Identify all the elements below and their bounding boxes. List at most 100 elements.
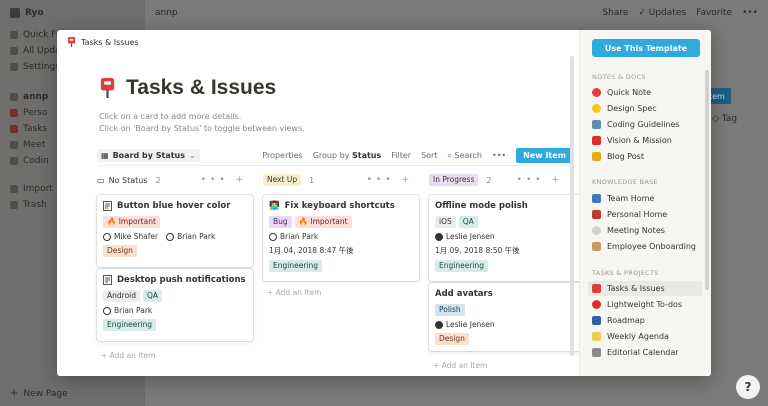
sidebar-trash[interactable]: Trash (10, 200, 47, 210)
share-button[interactable]: Share (602, 8, 628, 18)
board-card[interactable]: Add avatars Polish Leslie Jensen Design (429, 283, 585, 351)
template-item-editorial-calendar[interactable]: Editorial Calendar (588, 345, 702, 360)
breadcrumb[interactable]: annp (155, 8, 178, 18)
template-item-tasks-issues[interactable]: Tasks & Issues (588, 281, 702, 296)
app-topbar: annp Share ✓ Updates Favorite ••• (145, 0, 768, 26)
sidebar-page-coding[interactable]: Codin (10, 156, 49, 166)
add-item-link[interactable]: + Add an Item (267, 288, 321, 297)
modal-header-title: Tasks & Issues (81, 37, 139, 47)
tag-design: Design (103, 245, 137, 257)
person: Leslie Jensen (435, 232, 495, 241)
speech-icon (592, 226, 601, 235)
board-card[interactable]: Desktop push notifications Android QA Br… (97, 269, 253, 341)
template-item-employee-onboarding[interactable]: Employee Onboarding (588, 239, 702, 254)
sidebar-page-personal[interactable]: Perso (10, 108, 48, 118)
avatar (103, 306, 111, 315)
template-item-design-spec[interactable]: Design Spec (588, 101, 702, 116)
template-item-blog-post[interactable]: Blog Post (588, 149, 702, 164)
template-preview-modal: Tasks & Issues Tasks & Issues Click on a… (57, 30, 711, 376)
template-item-weekly-agenda[interactable]: Weekly Agenda (588, 329, 702, 344)
board-card[interactable]: Offline mode polish iOS QA Leslie Jensen… (429, 195, 585, 281)
page-description: Click on a card to add more details. (99, 112, 242, 121)
more-icon[interactable]: ••• (742, 8, 758, 18)
tag-engineering: Engineering (435, 260, 488, 272)
view-switcher[interactable]: ▦ Board by Status ⌄ (97, 149, 200, 162)
page-icon (103, 201, 112, 211)
filter-button[interactable]: Filter (391, 151, 411, 160)
column-actions[interactable]: ••• + (201, 175, 247, 185)
sidebar-page-annp[interactable]: annp (10, 92, 48, 102)
workspace-switcher[interactable]: Ryo (10, 8, 44, 18)
sidebar-item-updates[interactable]: All Upda (10, 46, 61, 56)
add-item-link[interactable]: + Add an Item (433, 361, 487, 370)
template-item-coding-guidelines[interactable]: Coding Guidelines (588, 117, 702, 132)
board-icon: ▦ (101, 151, 109, 160)
board-card[interactable]: 👨‍💻 Fix keyboard shortcuts Bug 🔥 Importa… (263, 195, 419, 281)
clipboard-icon (592, 242, 601, 251)
tag-engineering: Engineering (103, 319, 156, 331)
board-card[interactable]: Button blue hover color 🔥 Important Mike… (97, 195, 253, 267)
sidebar-page-tasks[interactable]: Tasks (10, 124, 47, 134)
column-actions[interactable]: ••• + (367, 175, 413, 185)
use-template-button[interactable]: Use This Template (592, 39, 700, 57)
avatar (103, 232, 111, 241)
template-item-quick-note[interactable]: Quick Note (588, 85, 702, 100)
favorite-button[interactable]: Favorite (696, 8, 732, 18)
new-item-button[interactable]: New Item (516, 148, 573, 163)
column-count: 2 (155, 175, 161, 185)
template-item-roadmap[interactable]: Roadmap (588, 313, 702, 328)
tag-important: 🔥 Important (103, 216, 160, 228)
column-actions[interactable]: ••• + (517, 175, 563, 185)
board-column-no-status: ▭ No Status 2 ••• + Button blue hover co… (97, 173, 253, 360)
board-column-in-progress: In Progress 2 ••• + Offline mode polish … (429, 173, 585, 370)
template-item-personal-home[interactable]: Personal Home (588, 207, 702, 222)
book-icon (592, 210, 601, 219)
background-tag-label: ◇ Tag (712, 114, 738, 124)
avatar (435, 232, 443, 241)
column-title: In Progress (429, 174, 479, 186)
pin-icon (100, 78, 115, 98)
sidebar-item-quick-find[interactable]: Quick Fi (10, 30, 58, 40)
person: Leslie Jensen (435, 320, 495, 329)
tag-android: Android (103, 290, 140, 302)
sidebar-item-settings[interactable]: Settings (10, 62, 60, 72)
bowl-icon (10, 157, 18, 165)
section-title: KNOWLEDGE BASE (592, 178, 658, 186)
person: Brian Park (166, 232, 215, 241)
book-icon (10, 109, 18, 117)
avatar (435, 320, 443, 329)
add-item-link[interactable]: + Add an Item (101, 351, 155, 360)
pin-icon (10, 125, 18, 133)
preview-scrollbar[interactable] (570, 56, 574, 356)
bowl-icon (592, 120, 601, 129)
sidebar-page-meeting[interactable]: Meet (10, 140, 45, 150)
page-title-row: Tasks & Issues (99, 76, 276, 100)
help-button[interactable]: ? (736, 375, 760, 399)
person: Brian Park (103, 306, 152, 315)
sort-button[interactable]: Sort (421, 151, 437, 160)
workspace-name: Ryo (25, 8, 44, 18)
template-preview: Tasks & Issues Tasks & Issues Click on a… (57, 30, 585, 376)
column-title: No Status (108, 175, 148, 185)
flag-icon (592, 136, 601, 145)
template-item-vision-mission[interactable]: Vision & Mission (588, 133, 702, 148)
workspace-icon (10, 8, 20, 18)
sidebar-import[interactable]: Import (10, 184, 53, 194)
tag-important: 🔥 Important (294, 216, 352, 228)
template-item-meeting-notes[interactable]: Meeting Notes (588, 223, 702, 238)
updates-button[interactable]: ✓ Updates (638, 8, 686, 18)
template-sidebar-scrollbar[interactable] (705, 70, 709, 290)
import-icon (10, 185, 18, 193)
template-item-lightweight-todos[interactable]: Lightweight To-dos (588, 297, 702, 312)
template-item-team-home[interactable]: Team Home (588, 191, 702, 206)
properties-button[interactable]: Properties (262, 151, 302, 160)
sidebar-new-page[interactable]: + New Page (10, 388, 68, 399)
board-column-next-up: Next Up 1 ••• + 👨‍💻 Fix keyboard shortcu… (263, 173, 419, 297)
column-header: ▭ No Status 2 ••• + (97, 173, 253, 187)
plus-icon: + (10, 388, 19, 399)
search-button[interactable]: ⌕ Search (447, 151, 482, 161)
more-icon[interactable]: ••• (492, 151, 506, 160)
group-by-button[interactable]: Group by Status (313, 151, 382, 160)
modal-header: Tasks & Issues (67, 37, 139, 47)
tag-qa: QA (458, 216, 478, 228)
